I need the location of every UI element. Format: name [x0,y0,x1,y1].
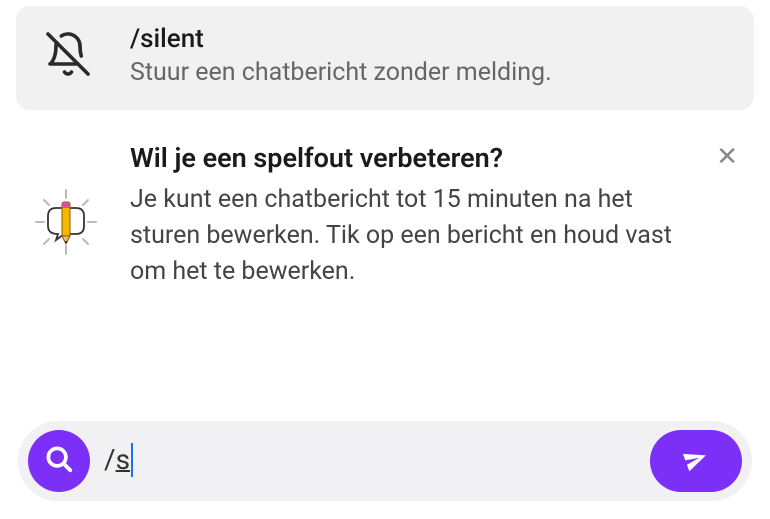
edit-tip-card: Wil je een spelfout verbeteren? Je kunt … [20,142,750,291]
search-button[interactable] [28,430,90,492]
suggestion-command: /silent [130,24,726,54]
edit-pencil-icon [30,186,102,262]
send-button[interactable] [650,430,742,492]
message-input[interactable]: /s [104,443,636,479]
command-suggestion[interactable]: /silent Stuur een chatbericht zonder mel… [16,6,754,110]
tip-title: Wil je een spelfout verbeteren? [130,142,704,174]
suggestion-description: Stuur een chatbericht zonder melding. [130,56,726,90]
close-icon[interactable]: ✕ [712,138,742,176]
tip-content: Wil je een spelfout verbeteren? Je kunt … [130,142,740,291]
tip-body: Je kunt een chatbericht tot 15 minuten n… [130,182,704,291]
bell-off-icon [44,30,92,82]
send-icon [682,445,710,477]
search-icon [44,444,74,478]
message-input-bar: /s [18,421,752,501]
suggestion-text: /silent Stuur een chatbericht zonder mel… [130,24,726,90]
